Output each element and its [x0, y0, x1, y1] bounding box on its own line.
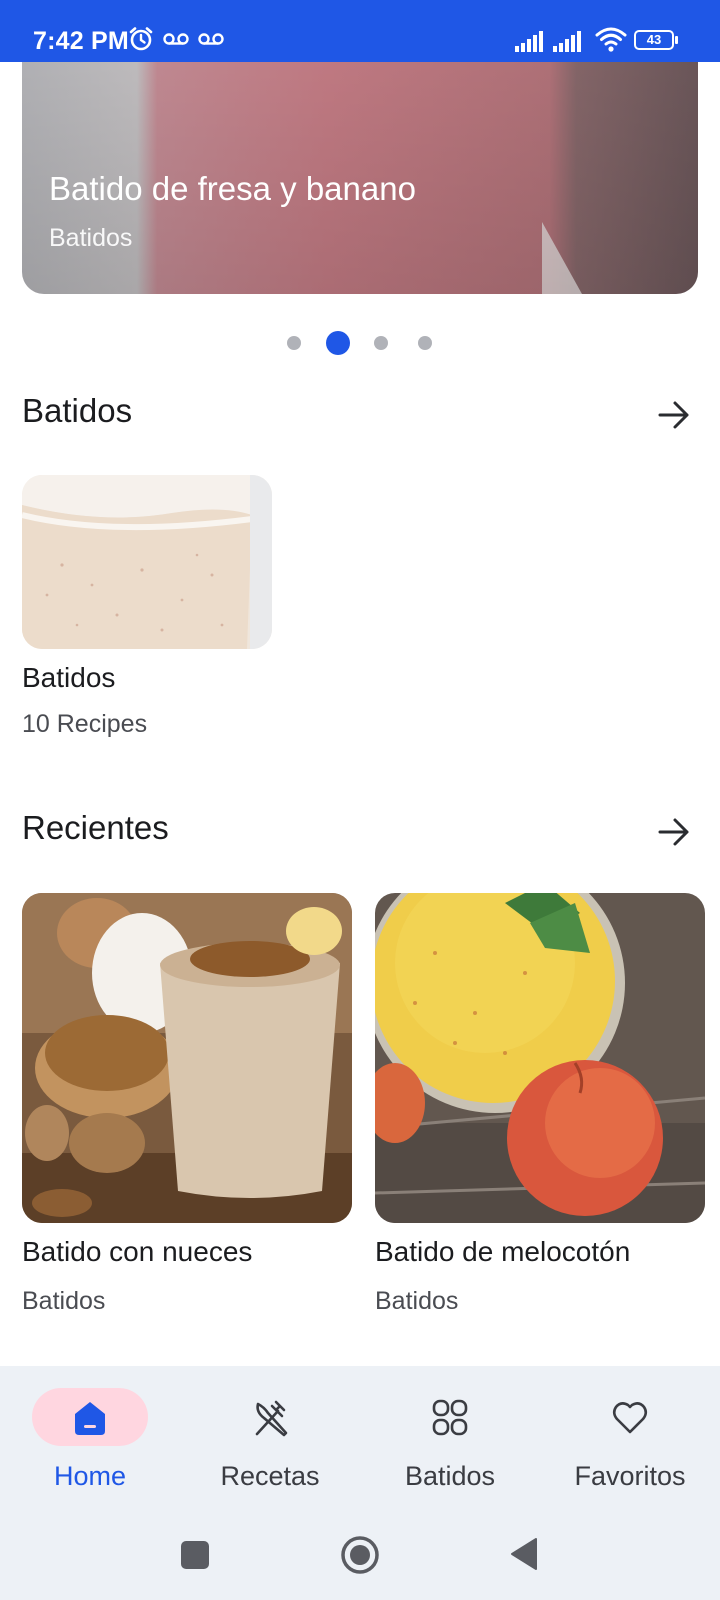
bottom-navigation: Home Recetas Batidos Favoritos: [0, 1366, 720, 1510]
wifi-icon: [595, 27, 627, 52]
carousel-dot[interactable]: [287, 336, 301, 350]
nav-label-home: Home: [53, 1461, 127, 1491]
status-time: 7:42 PM: [33, 27, 129, 55]
carousel-dot-active[interactable]: [326, 331, 350, 355]
recent-section-title: Recientes: [22, 809, 169, 846]
nav-item-batidos[interactable]: Batidos: [360, 1366, 540, 1510]
featured-recipe-category: Batidos: [49, 224, 133, 252]
category-card-count: 10 Recipes: [22, 710, 148, 738]
nav-item-favoritos[interactable]: Favoritos: [540, 1366, 720, 1510]
home-icon: [75, 1402, 105, 1435]
battery-icon: 43: [634, 30, 680, 52]
smoothie-glass-image: [22, 475, 272, 649]
back-triangle-icon[interactable]: [508, 1536, 540, 1572]
arrow-right-icon[interactable]: [656, 397, 692, 433]
carousel-dot[interactable]: [374, 336, 388, 350]
grid-icon: [432, 1399, 468, 1436]
nav-label-favoritos: Favoritos: [574, 1461, 686, 1491]
recent-recipe-category: Batidos: [22, 1287, 106, 1315]
status-bar: 7:42 PM 43: [0, 0, 720, 62]
carousel-dot[interactable]: [418, 336, 432, 350]
nav-item-home[interactable]: Home: [0, 1366, 180, 1510]
utensils-icon: [255, 1400, 288, 1437]
peach-smoothie-image: [375, 893, 705, 1223]
voicemail-icon: [163, 33, 189, 45]
battery-level: 43: [646, 32, 662, 47]
recent-recipe-title: Batido con nueces: [22, 1236, 253, 1267]
recent-recipe-image[interactable]: [22, 893, 352, 1223]
alarm-icon: [129, 27, 153, 51]
featured-recipe-title: Batido de fresa y banano: [49, 170, 416, 207]
recents-square-icon[interactable]: [180, 1540, 210, 1570]
signal-icon: [515, 31, 543, 52]
heart-icon: [612, 1402, 648, 1434]
nav-label-recetas: Recetas: [220, 1461, 320, 1491]
home-circle-icon[interactable]: [340, 1535, 380, 1575]
walnut-smoothie-image: [22, 893, 352, 1223]
categories-section-title: Batidos: [22, 392, 133, 429]
carousel-indicator: [0, 331, 720, 355]
nav-item-recetas[interactable]: Recetas: [180, 1366, 360, 1510]
recent-recipe-title: Batido de melocotón: [375, 1236, 631, 1267]
signal-icon: [553, 31, 581, 52]
system-navigation-bar: [0, 1510, 720, 1600]
category-card-title: Batidos: [22, 662, 116, 693]
arrow-right-icon[interactable]: [656, 814, 692, 850]
category-card-image[interactable]: [22, 475, 272, 649]
featured-recipe-card[interactable]: Batido de fresa y banano Batidos: [22, 62, 698, 294]
voicemail-icon: [198, 33, 224, 45]
recent-recipe-image[interactable]: [375, 893, 705, 1223]
nav-label-batidos: Batidos: [404, 1461, 496, 1491]
recent-recipe-category: Batidos: [375, 1287, 459, 1315]
